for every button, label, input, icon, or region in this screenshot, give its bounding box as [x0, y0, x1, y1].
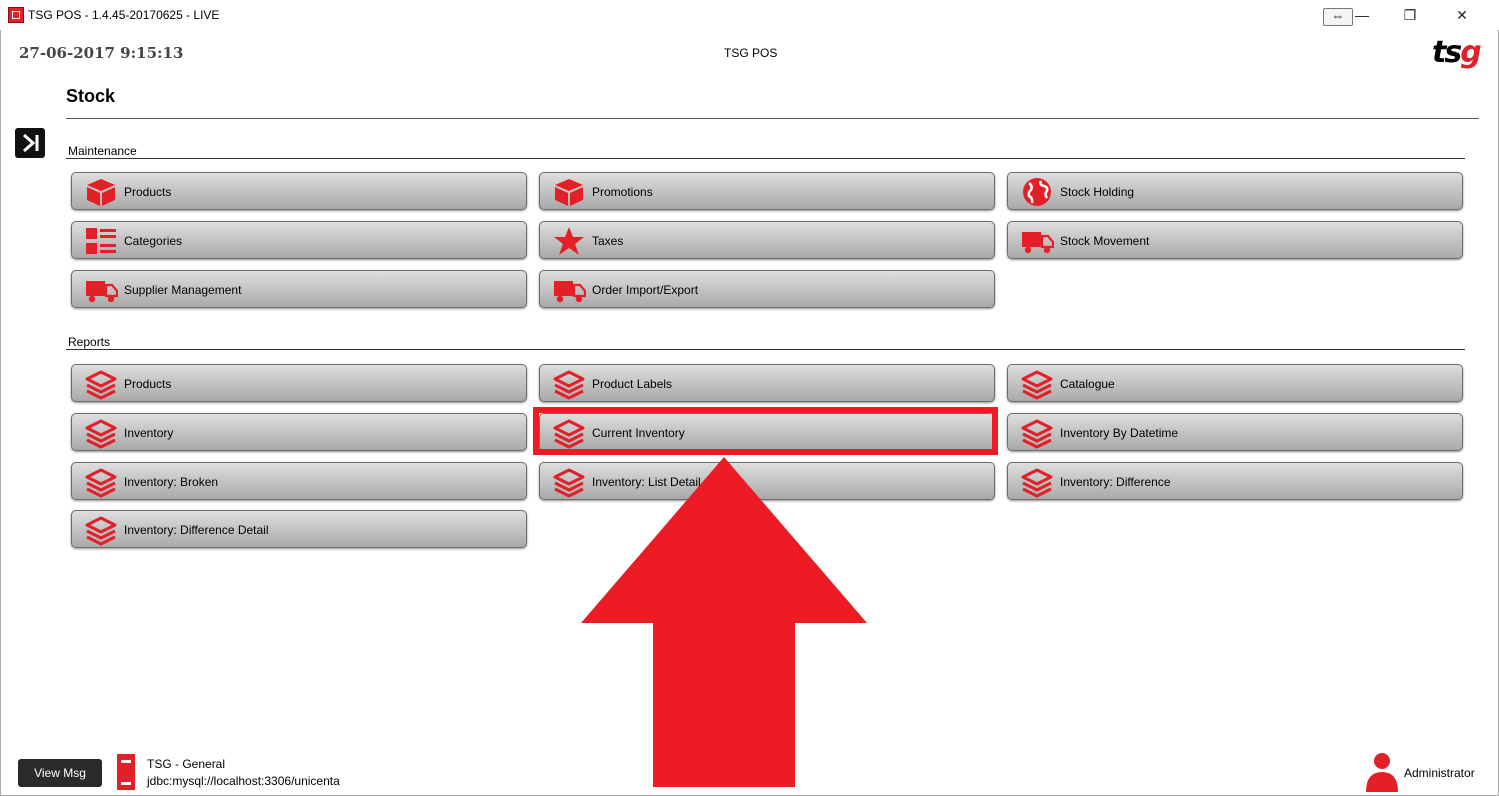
database-url: jdbc:mysql://localhost:3306/unicenta	[147, 774, 340, 788]
close-button[interactable]: ✕	[1450, 5, 1474, 27]
page-title: Stock	[66, 86, 116, 106]
maint-stock-holding-button[interactable]: Stock Holding	[1007, 172, 1463, 210]
minimize-button[interactable]: —	[1352, 5, 1372, 27]
truck-icon	[1020, 230, 1054, 255]
title-divider	[66, 118, 1479, 119]
maint-supplier-management-button[interactable]: Supplier Management	[71, 270, 527, 308]
reports-divider	[66, 349, 1465, 350]
report-catalogue-button[interactable]: Catalogue	[1007, 364, 1463, 402]
up-arrow-annotation	[581, 457, 867, 787]
reports-section-label: Reports	[68, 335, 111, 349]
layers-icon	[85, 468, 117, 498]
report-products-button[interactable]: Products	[71, 364, 527, 402]
resize-arrows-button[interactable]: ⇔	[1323, 8, 1353, 26]
maintenance-divider	[66, 158, 1465, 159]
maint-order-import-export-button[interactable]: Order Import/Export	[539, 270, 995, 308]
report-inventory-button[interactable]: Inventory	[71, 413, 527, 451]
maint-taxes-button[interactable]: Taxes	[539, 221, 995, 259]
maint-promotions-button[interactable]: Promotions	[539, 172, 995, 210]
maint-categories-button[interactable]: Categories	[71, 221, 527, 259]
category-list-icon	[86, 228, 116, 254]
app-title: TSG POS	[724, 46, 778, 60]
window-title: TSG POS - 1.4.45-20170625 - LIVE	[28, 8, 220, 22]
expand-sidebar-icon	[23, 133, 39, 153]
maximize-button[interactable]: ❐	[1398, 5, 1422, 27]
view-msg-button[interactable]: View Msg	[18, 759, 102, 787]
truck-icon	[552, 279, 586, 304]
database-server-icon	[117, 754, 135, 790]
title-bar[interactable]: TSG POS - 1.4.45-20170625 - LIVE ⇔ — ❐ ✕	[0, 0, 1499, 30]
report-inventory-broken-button[interactable]: Inventory: Broken	[71, 462, 527, 500]
tsg-logo: tsg	[1432, 35, 1482, 70]
datetime-display: 27-06-2017 9:15:13	[19, 44, 184, 62]
truck-icon	[84, 279, 118, 304]
box-icon	[555, 179, 583, 206]
globe-icon	[1021, 176, 1053, 208]
box-icon	[87, 179, 115, 206]
app-icon	[8, 7, 24, 23]
maint-products-button[interactable]: Products	[71, 172, 527, 210]
report-product-labels-button[interactable]: Product Labels	[539, 364, 995, 402]
report-inventory-difference-button[interactable]: Inventory: Difference	[1007, 462, 1463, 500]
highlight-box	[533, 407, 998, 455]
layers-icon	[85, 516, 117, 546]
sidebar-toggle-button[interactable]	[15, 128, 45, 158]
user-name[interactable]: Administrator	[1404, 766, 1475, 780]
layers-icon	[1021, 468, 1053, 498]
layers-icon	[1021, 419, 1053, 449]
report-inventory-difference-detail-button[interactable]: Inventory: Difference Detail	[71, 510, 527, 548]
layers-icon	[553, 370, 585, 400]
maint-stock-movement-button[interactable]: Stock Movement	[1007, 221, 1463, 259]
report-inventory-by-datetime-button[interactable]: Inventory By Datetime	[1007, 413, 1463, 451]
layers-icon	[85, 370, 117, 400]
database-name: TSG - General	[147, 757, 226, 771]
star-icon	[554, 227, 584, 255]
layers-icon	[85, 419, 117, 449]
maintenance-section-label: Maintenance	[68, 144, 137, 158]
layers-icon	[1021, 370, 1053, 400]
user-icon	[1366, 753, 1398, 792]
